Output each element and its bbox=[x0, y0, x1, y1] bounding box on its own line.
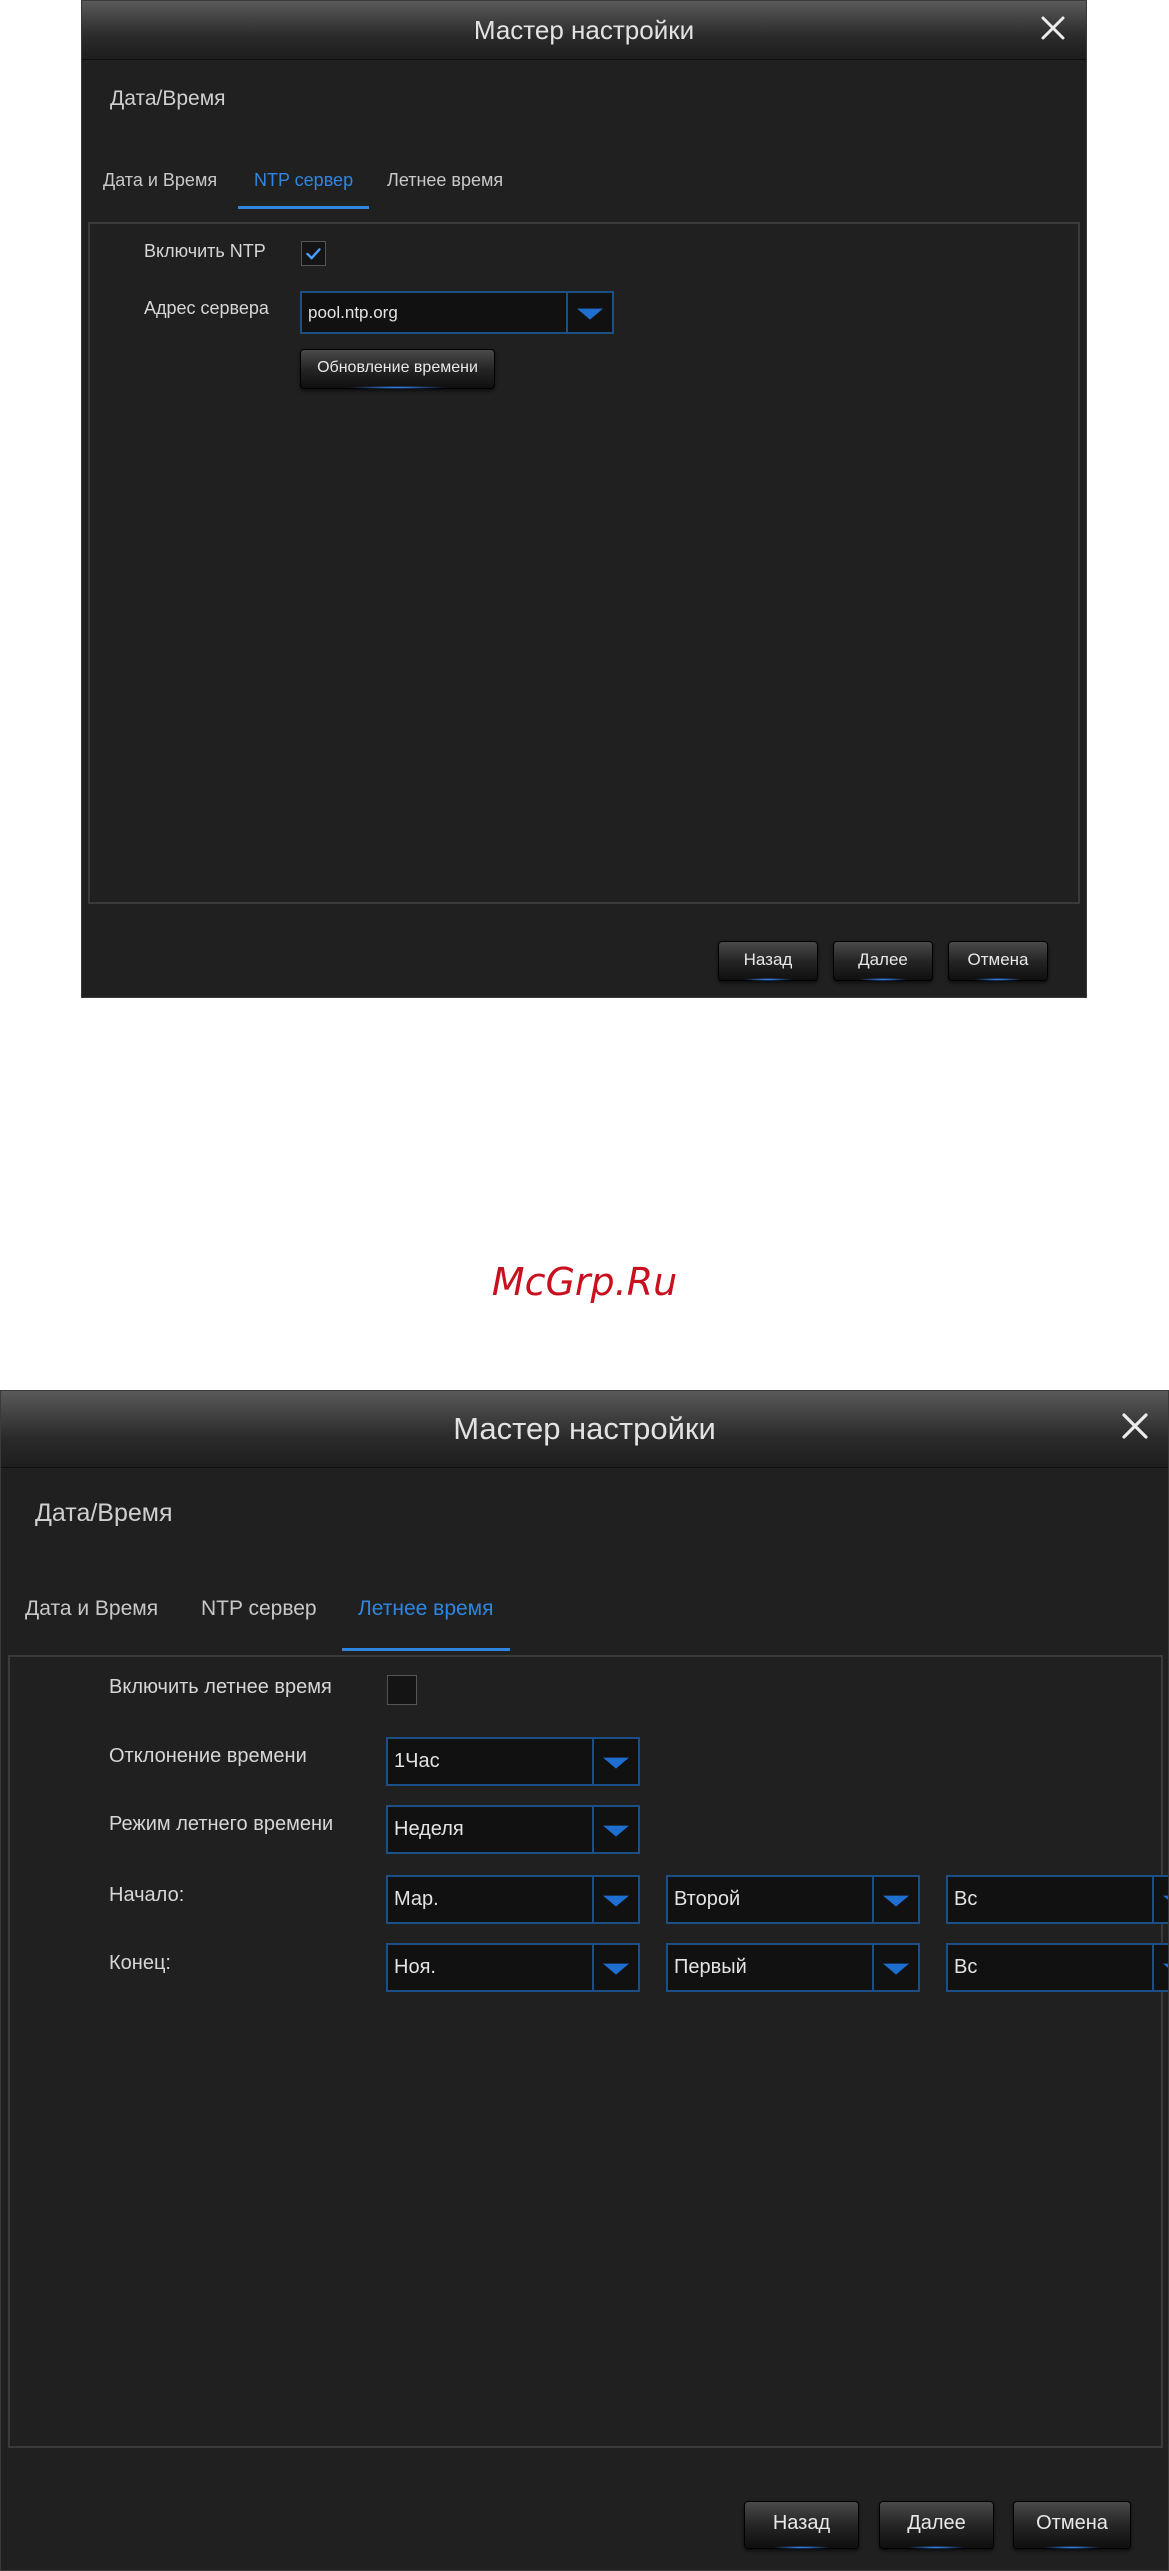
tab-date-time[interactable]: Дата и Время bbox=[25, 1597, 158, 1621]
chevron-down-icon[interactable] bbox=[592, 1877, 638, 1922]
end-month-value: Ноя. bbox=[394, 1956, 436, 1978]
checkmark-icon bbox=[306, 248, 321, 260]
start-week-value: Второй bbox=[674, 1888, 741, 1910]
server-address-value: pool.ntp.org bbox=[308, 303, 398, 322]
time-offset-label: Отклонение времени bbox=[109, 1745, 307, 1767]
time-offset-select[interactable]: 1Час bbox=[386, 1737, 640, 1786]
end-week-value: Первый bbox=[674, 1956, 747, 1978]
update-time-button[interactable]: Обновление времени bbox=[300, 349, 495, 389]
dst-mode-label: Режим летнего времени bbox=[109, 1813, 334, 1835]
chevron-down-icon[interactable] bbox=[872, 1945, 918, 1990]
start-month-select[interactable]: Мар. bbox=[386, 1875, 640, 1924]
chevron-down-icon[interactable] bbox=[566, 293, 612, 332]
enable-ntp-checkbox[interactable] bbox=[301, 241, 326, 266]
title-bar: Мастер настройки bbox=[1, 1391, 1168, 1468]
watermark-text: McGrp.Ru bbox=[491, 1260, 678, 1304]
title-bar: Мастер настройки bbox=[82, 1, 1086, 60]
next-button[interactable]: Далее bbox=[879, 2501, 994, 2549]
chevron-down-icon[interactable] bbox=[592, 1945, 638, 1990]
cancel-button[interactable]: Отмена bbox=[1013, 2501, 1131, 2549]
start-month-value: Мар. bbox=[394, 1888, 439, 1910]
section-title: Дата/Время bbox=[110, 87, 226, 110]
back-button[interactable]: Назад bbox=[718, 941, 818, 981]
back-button[interactable]: Назад bbox=[744, 2501, 859, 2549]
enable-dst-checkbox[interactable] bbox=[387, 1675, 417, 1705]
dst-mode-select[interactable]: Неделя bbox=[386, 1805, 640, 1854]
server-address-select[interactable]: pool.ntp.org bbox=[300, 291, 614, 334]
tab-ntp-server[interactable]: NTP сервер bbox=[201, 1597, 317, 1621]
server-address-label: Адрес сервера bbox=[144, 298, 269, 318]
dst-mode-value: Неделя bbox=[394, 1818, 464, 1840]
end-label: Конец: bbox=[109, 1952, 171, 1974]
chevron-down-icon[interactable] bbox=[592, 1807, 638, 1852]
enable-ntp-label: Включить NTP bbox=[144, 241, 266, 261]
end-day-select[interactable]: Вс bbox=[946, 1943, 1168, 1992]
time-offset-value: 1Час bbox=[394, 1750, 440, 1772]
setup-wizard-dialog-dst: Мастер настройки Дата/Время Дата и Время… bbox=[0, 1390, 1169, 2571]
end-day-value: Вс bbox=[954, 1956, 978, 1978]
chevron-down-icon[interactable] bbox=[592, 1739, 638, 1784]
tab-daylight-saving[interactable]: Летнее время bbox=[387, 170, 503, 191]
enable-dst-label: Включить летнее время bbox=[109, 1676, 332, 1698]
dialog-title: Мастер настройки bbox=[453, 1411, 716, 1446]
tab-ntp-server[interactable]: NTP сервер bbox=[237, 170, 370, 209]
start-day-select[interactable]: Вс bbox=[946, 1875, 1168, 1924]
close-icon[interactable] bbox=[1038, 13, 1068, 47]
end-week-select[interactable]: Первый bbox=[666, 1943, 920, 1992]
chevron-down-icon[interactable] bbox=[1152, 1945, 1168, 1990]
start-week-select[interactable]: Второй bbox=[666, 1875, 920, 1924]
tab-date-time[interactable]: Дата и Время bbox=[103, 170, 217, 191]
setup-wizard-dialog-ntp: Мастер настройки Дата/Время Дата и Время… bbox=[81, 0, 1087, 998]
section-title: Дата/Время bbox=[35, 1499, 173, 1527]
chevron-down-icon[interactable] bbox=[1152, 1877, 1168, 1922]
cancel-button[interactable]: Отмена bbox=[948, 941, 1048, 981]
tab-daylight-saving[interactable]: Летнее время bbox=[342, 1597, 509, 1651]
end-month-select[interactable]: Ноя. bbox=[386, 1943, 640, 1992]
start-label: Начало: bbox=[109, 1884, 185, 1906]
chevron-down-icon[interactable] bbox=[872, 1877, 918, 1922]
start-day-value: Вс bbox=[954, 1888, 978, 1910]
next-button[interactable]: Далее bbox=[833, 941, 933, 981]
dialog-title: Мастер настройки bbox=[473, 15, 695, 45]
close-icon[interactable] bbox=[1118, 1409, 1152, 1447]
